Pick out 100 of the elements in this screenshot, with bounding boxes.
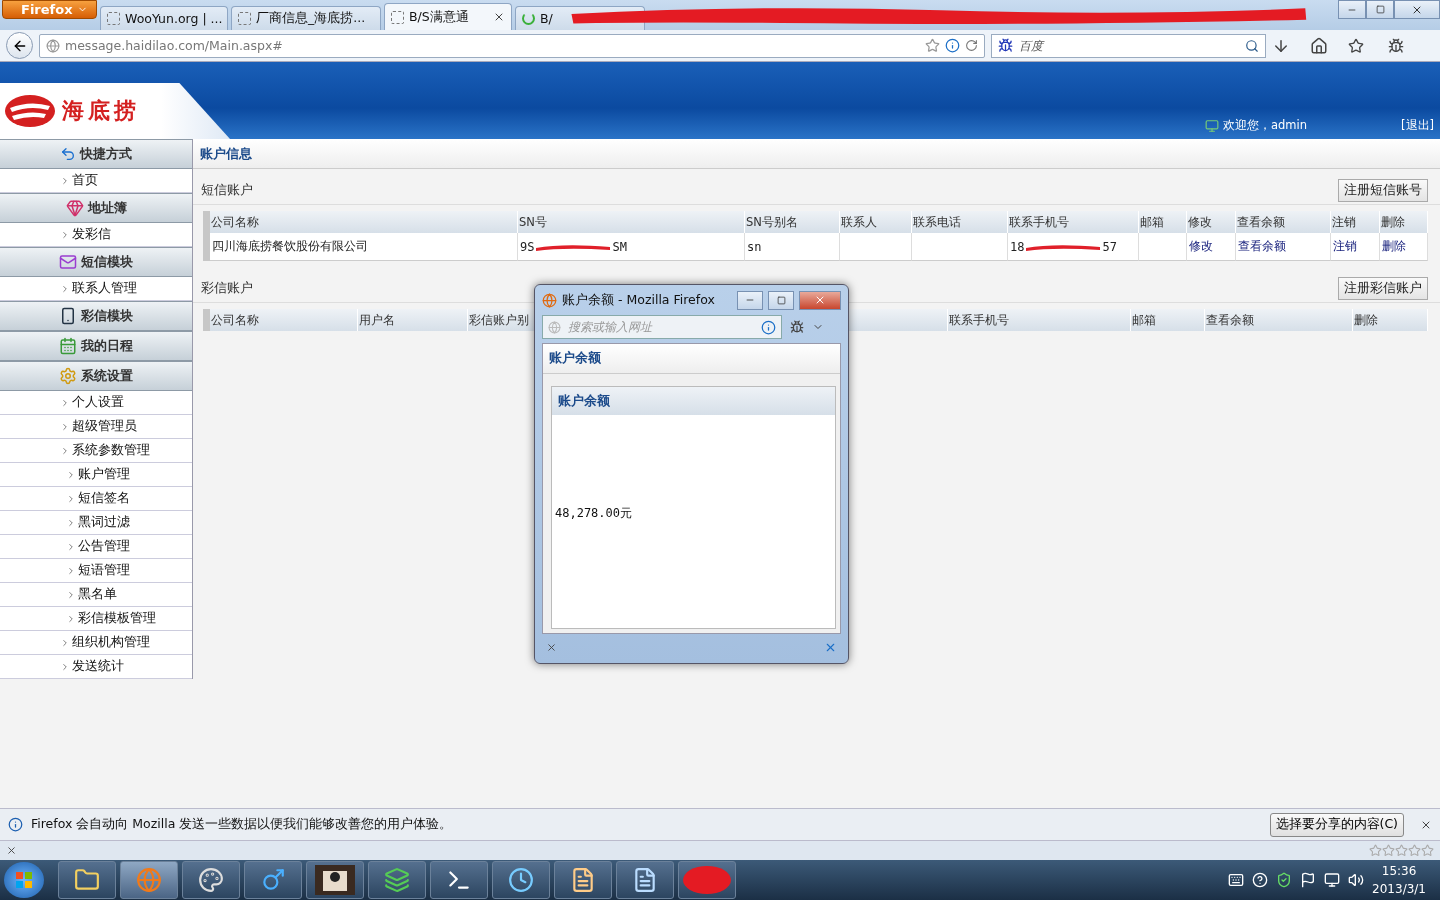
chevron-icon	[60, 175, 70, 186]
chevron-icon	[60, 421, 70, 432]
browser-tab[interactable]: 厂商信息_海底捞...	[231, 6, 381, 30]
chevron-icon	[66, 613, 76, 624]
bookmark-star-icon[interactable]	[1348, 37, 1364, 54]
page-icon	[238, 12, 251, 25]
close-button[interactable]	[799, 290, 841, 310]
chevron-icon	[60, 445, 70, 456]
column-header: 邮箱	[1139, 211, 1187, 233]
search-icon[interactable]	[1245, 38, 1259, 53]
sidebar-section-header[interactable]: 快捷方式	[0, 139, 192, 169]
table-cell: sn	[745, 233, 840, 261]
table-link[interactable]: 修改	[1187, 233, 1236, 261]
table-cell: 57	[1102, 239, 1117, 254]
table-link[interactable]: 查看余额	[1236, 233, 1331, 261]
browser-tab[interactable]: B/S满意通	[384, 3, 512, 30]
phone-icon	[59, 307, 77, 325]
gear-icon	[59, 367, 77, 385]
column-header: 联系电话	[912, 211, 1008, 233]
address-field[interactable]: 搜索或输入网址	[542, 315, 782, 339]
chevron-icon	[66, 469, 76, 480]
chevron-icon	[66, 541, 76, 552]
register-button[interactable]: 注册短信账号	[1338, 179, 1428, 202]
rating-stars-icon	[1369, 844, 1434, 857]
terminal-taskbar-icon[interactable]	[430, 861, 488, 899]
info-icon[interactable]	[761, 319, 776, 335]
sidebar-section-header[interactable]: 我的日程	[0, 331, 192, 361]
sidebar-section-header[interactable]: 彩信模块	[0, 301, 192, 331]
notepad-taskbar-icon[interactable]	[616, 861, 674, 899]
minimize-button[interactable]	[737, 290, 763, 310]
chevron-icon	[66, 565, 76, 576]
close-button[interactable]	[1394, 0, 1440, 19]
globe-icon	[46, 38, 60, 53]
close-icon	[814, 294, 826, 306]
redaction-mark	[682, 865, 732, 895]
table-cell: 18	[1010, 239, 1025, 254]
gem-icon	[65, 199, 84, 217]
clock-taskbar-icon[interactable]	[492, 861, 550, 899]
chevron-icon	[66, 493, 76, 504]
sidebar-section-header[interactable]: 短信模块	[0, 247, 192, 277]
close-icon[interactable]	[493, 11, 505, 23]
popup-page-title: 账户余额	[543, 344, 840, 374]
minimize-button[interactable]	[1338, 0, 1366, 19]
table-link[interactable]: 删除	[1380, 233, 1428, 261]
globe-icon	[548, 320, 561, 334]
refresh-icon[interactable]	[965, 39, 978, 52]
start-button[interactable]	[4, 862, 44, 898]
info-icon[interactable]	[945, 38, 960, 53]
restore-button[interactable]	[768, 290, 794, 310]
document-taskbar-icon[interactable]	[554, 861, 612, 899]
register-button[interactable]: 注册彩信账户	[1338, 277, 1428, 300]
bug-icon[interactable]	[1388, 37, 1404, 54]
globe-icon	[542, 292, 557, 308]
balance-value: 48,278.00元	[554, 505, 634, 522]
network-icon[interactable]	[1324, 872, 1341, 888]
column-header: 删除	[1353, 309, 1428, 331]
column-header: SN号	[518, 211, 745, 233]
chevron-icon	[60, 661, 70, 672]
chevron-icon	[66, 589, 76, 600]
section-title: 彩信账户	[201, 280, 253, 297]
star-icon[interactable]	[925, 38, 940, 53]
close-icon[interactable]	[546, 641, 557, 653]
mail-icon	[59, 253, 77, 271]
clock[interactable]: 15:36 2013/3/1	[1372, 864, 1426, 896]
address-field[interactable]: message.haidilao.com/Main.aspx#	[39, 33, 985, 58]
mars-taskbar-icon[interactable]	[244, 861, 302, 899]
info-icon	[8, 817, 23, 832]
section-title: 短信账户	[201, 182, 253, 199]
volume-icon[interactable]	[1348, 872, 1365, 888]
logo-text: 海底捞	[62, 97, 140, 125]
folder-taskbar-icon[interactable]	[58, 861, 116, 899]
table-link[interactable]: 注销	[1331, 233, 1380, 261]
back-button[interactable]	[6, 32, 33, 59]
windows-logo-icon	[15, 871, 33, 889]
chevron-icon	[60, 283, 70, 294]
close-icon[interactable]	[6, 845, 17, 856]
shield-icon[interactable]	[1276, 872, 1293, 888]
content-title: 账户信息	[193, 139, 1440, 169]
home-icon[interactable]	[1310, 36, 1328, 55]
undo-arrow-icon	[60, 146, 76, 162]
layers-taskbar-icon[interactable]	[368, 861, 426, 899]
welcome-text: 欢迎您，admin	[1222, 118, 1307, 133]
bug-icon[interactable]	[790, 320, 804, 334]
table-cell: 9S	[520, 239, 535, 254]
help-icon[interactable]	[1252, 872, 1269, 888]
column-header: 修改	[1187, 211, 1236, 233]
browser-tab[interactable]: WooYun.org | ...	[100, 6, 228, 30]
restore-button[interactable]	[1366, 0, 1394, 19]
flag-icon[interactable]	[1300, 872, 1317, 888]
share-choice-button[interactable]: 选择要分享的内容(C)	[1269, 812, 1404, 837]
sidebar-section-header[interactable]: 地址簿	[0, 193, 192, 223]
palette-taskbar-icon[interactable]	[182, 861, 240, 899]
logout-link[interactable]: [退出]	[1401, 118, 1434, 133]
logo-icon	[4, 94, 56, 128]
chevron-icon	[60, 637, 70, 648]
sidebar-section-header[interactable]: 系统设置	[0, 361, 192, 391]
column-header: 联系手机号	[1008, 211, 1139, 233]
panel-title: 账户余额	[552, 387, 835, 415]
search-field[interactable]: 百度	[991, 33, 1266, 58]
keyboard-icon[interactable]	[1228, 872, 1245, 888]
